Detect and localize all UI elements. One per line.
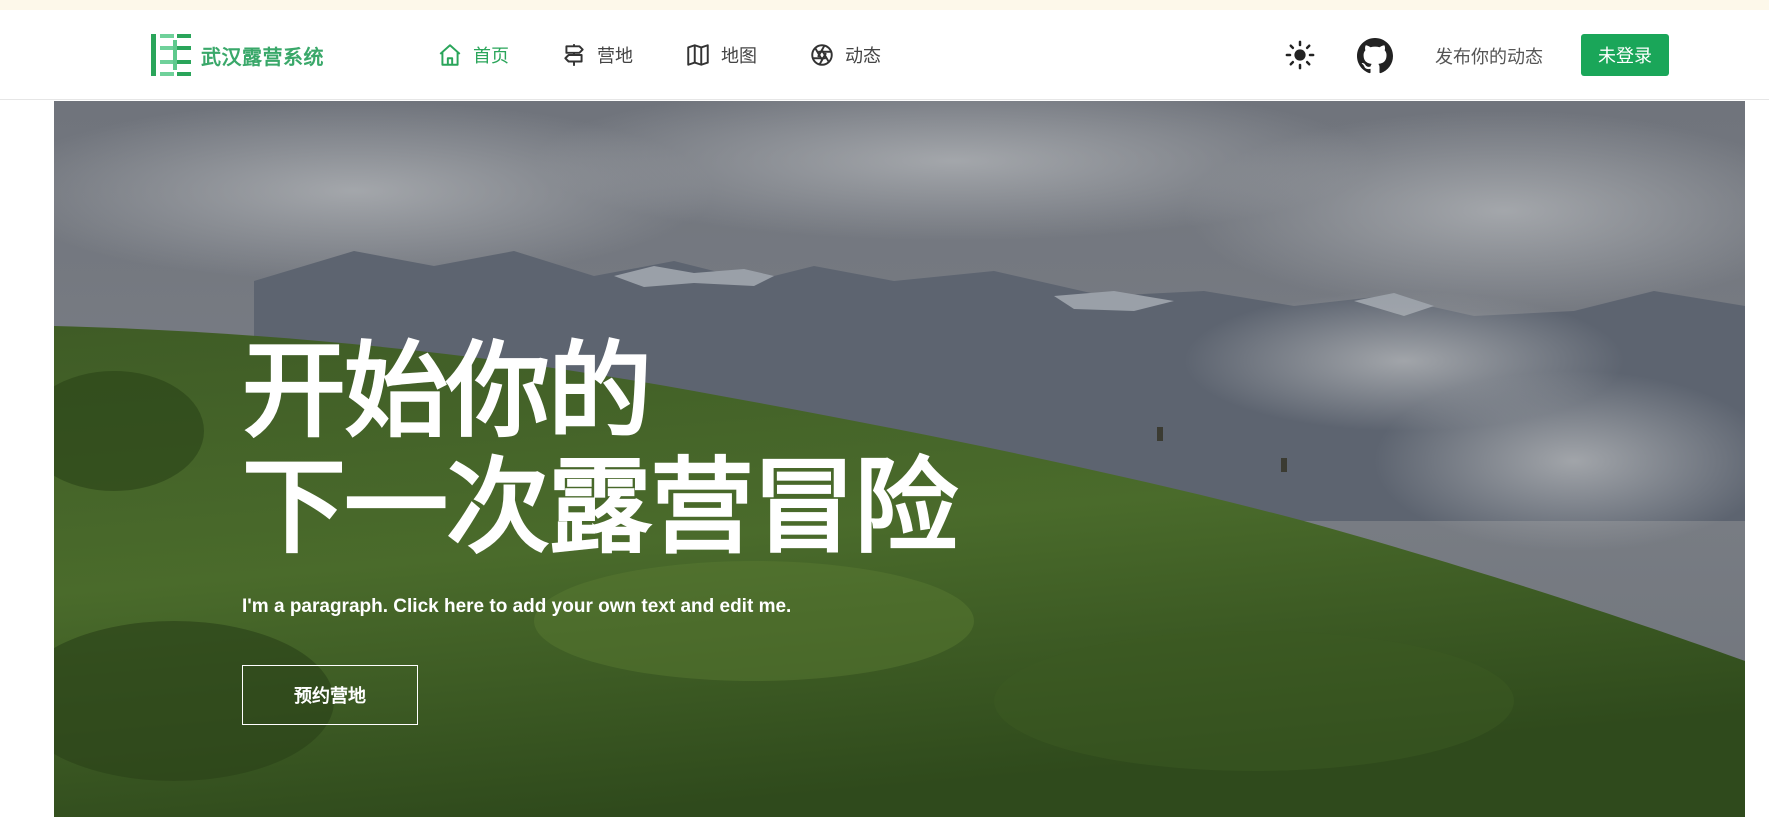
login-button[interactable]: 未登录 [1581,34,1669,76]
top-banner-strip [0,0,1769,10]
sun-icon[interactable] [1285,40,1315,70]
hero-subtitle[interactable]: I'm a paragraph. Click here to add your … [242,596,791,618]
top-navbar: 武汉露营系统 首页 营地 地图 动态 发布你的动态 未登录 [0,10,1769,100]
hero-banner: 开始你的 下一次露营冒险 I'm a paragraph. Click here… [54,101,1745,817]
post-moment-link[interactable]: 发布你的动态 [1435,43,1543,69]
hero-title-line-2: 下一次露营冒险 [242,446,958,568]
header-tools: 发布你的动态 未登录 [0,34,1769,76]
hero-title-line-1: 开始你的 [242,330,652,452]
github-icon[interactable] [1357,38,1393,74]
book-campsite-button[interactable]: 预约营地 [242,665,418,725]
hero-title: 开始你的 下一次露营冒险 [242,330,958,568]
